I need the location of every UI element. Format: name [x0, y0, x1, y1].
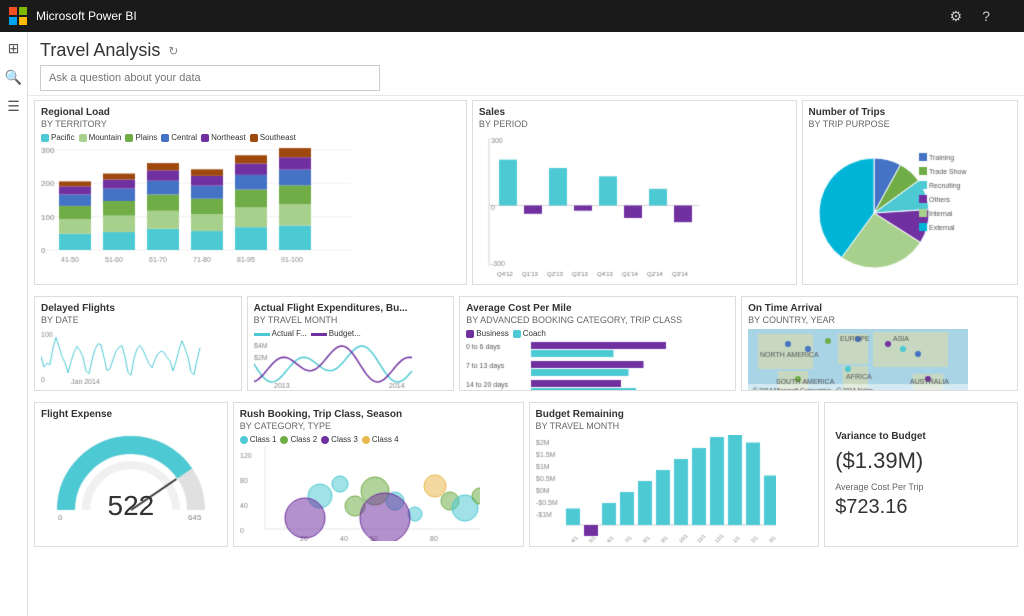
exp-title: Actual Flight Expenditures, Bu... — [254, 303, 448, 314]
variance-title: Variance to Budget — [835, 431, 1007, 442]
help-icon[interactable]: ? — [976, 8, 996, 24]
delayed-chart — [41, 329, 201, 384]
main-area: Travel Analysis ↻ Regional Load BY TERRI… — [28, 32, 1024, 616]
dashboard-row-1: Regional Load BY TERRITORY Pacific Mount… — [34, 100, 1018, 285]
sidebar: ⊞ 🔍 ☰ — [0, 32, 28, 616]
top-bar: Microsoft Power BI ⚙ ? — [0, 0, 1024, 32]
app-name: Microsoft Power BI — [36, 9, 137, 23]
dashboard-row-2: Delayed Flights BY DATE Actual Flight Ex… — [34, 296, 1018, 391]
sidebar-search-icon[interactable]: 🔍 — [5, 69, 22, 86]
regional-load-title: Regional Load — [41, 107, 460, 118]
gear-icon[interactable]: ⚙ — [944, 8, 969, 25]
refresh-icon[interactable]: ↻ — [168, 44, 178, 58]
map-canvas — [748, 329, 968, 391]
exp-chart — [254, 340, 414, 388]
search-input[interactable] — [40, 65, 380, 91]
avg-cost-legend: Business Coach — [466, 329, 729, 338]
flight-exp-title: Flight Expense — [41, 409, 221, 420]
trips-card: Number of Trips BY TRIP PURPOSE — [802, 100, 1018, 285]
delayed-flights-card: Delayed Flights BY DATE — [34, 296, 242, 391]
budget-large-card: Budget Remaining BY TRAVEL MONTH — [529, 402, 820, 547]
sidebar-nav-icon[interactable]: ☰ — [7, 98, 20, 115]
sales-card: Sales BY PERIOD — [472, 100, 797, 285]
avg-cost-trip-value: $723.16 — [835, 496, 1007, 519]
sales-title: Sales — [479, 107, 790, 118]
delayed-subtitle: BY DATE — [41, 315, 235, 325]
budget-large-title: Budget Remaining — [536, 409, 813, 420]
exp-legend: Actual F... Budget... — [254, 329, 448, 338]
sidebar-home-icon[interactable]: ⊞ — [8, 40, 20, 57]
on-time-title: On Time Arrival — [748, 303, 1011, 314]
budget-large-subtitle: BY TRAVEL MONTH — [536, 421, 813, 431]
variance-value: ($1.39M) — [835, 448, 1007, 474]
rush-booking-card: Rush Booking, Trip Class, Season BY CATE… — [233, 402, 524, 547]
delayed-title: Delayed Flights — [41, 303, 235, 314]
dashboard: Regional Load BY TERRITORY Pacific Mount… — [28, 96, 1024, 551]
regional-load-card: Regional Load BY TERRITORY Pacific Mount… — [34, 100, 467, 285]
regional-load-chart — [41, 144, 351, 264]
avg-cost-card: Average Cost Per Mile BY ADVANCED BOOKIN… — [459, 296, 736, 391]
avg-cost-title: Average Cost Per Mile — [466, 303, 729, 314]
budget-large-chart — [536, 435, 776, 545]
sales-chart — [479, 133, 699, 278]
sales-subtitle: BY PERIOD — [479, 119, 790, 129]
dashboard-row-3: Flight Expense 522 Rush Booking, Trip Cl… — [34, 402, 1018, 547]
expenditures-card: Actual Flight Expenditures, Bu... BY TRA… — [247, 296, 455, 391]
avg-cost-chart — [466, 340, 686, 391]
rush-chart — [240, 446, 480, 541]
on-time-card: On Time Arrival BY COUNTRY, YEAR — [741, 296, 1018, 391]
avg-cost-subtitle: BY ADVANCED BOOKING CATEGORY, TRIP CLASS — [466, 315, 729, 325]
regional-load-subtitle: BY TERRITORY — [41, 119, 460, 129]
rush-title: Rush Booking, Trip Class, Season — [240, 409, 517, 420]
variance-card: Variance to Budget ($1.39M) Average Cost… — [824, 402, 1018, 547]
rush-subtitle: BY CATEGORY, TYPE — [240, 421, 517, 431]
avg-cost-trip-label: Average Cost Per Trip — [835, 482, 1007, 492]
page-header: Travel Analysis ↻ — [28, 32, 1024, 96]
gauge-value: 522 — [108, 490, 155, 522]
on-time-subtitle: BY COUNTRY, YEAR — [748, 315, 1011, 325]
regional-load-legend: Pacific Mountain Plains Central Northeas… — [41, 133, 460, 142]
page-title: Travel Analysis — [40, 40, 160, 61]
trips-subtitle: BY TRIP PURPOSE — [809, 119, 1011, 129]
gauge-wrapper: 522 — [41, 421, 221, 531]
msft-logo — [8, 6, 28, 26]
flight-expense-card: Flight Expense 522 — [34, 402, 228, 547]
trips-title: Number of Trips — [809, 107, 1011, 118]
exp-subtitle: BY TRAVEL MONTH — [254, 315, 448, 325]
trips-chart — [809, 133, 969, 283]
